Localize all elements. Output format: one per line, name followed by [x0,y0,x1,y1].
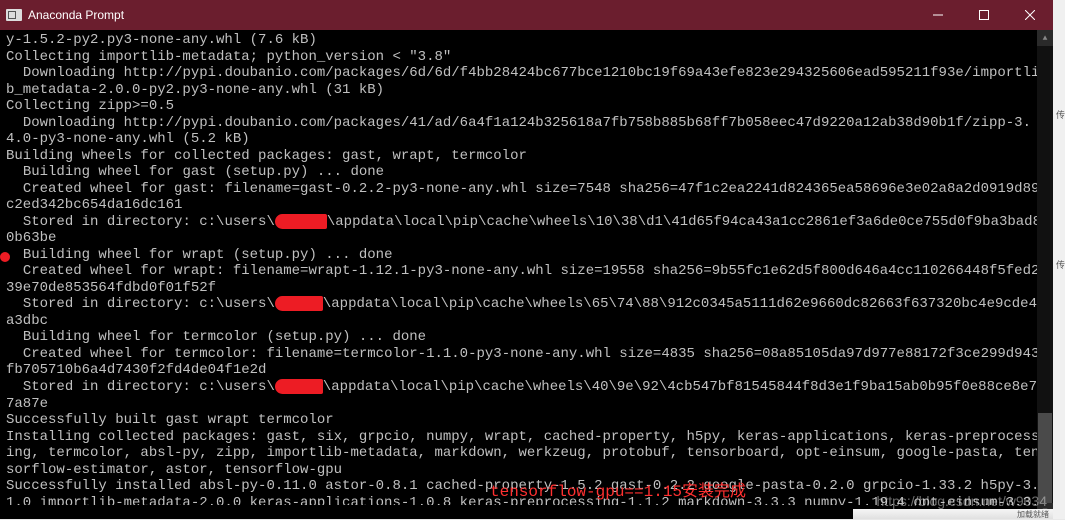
taskbar-fragment: 加载就绪 [853,509,1053,519]
window-title: Anaconda Prompt [28,8,915,22]
annotation-text: tensorflow-gpu==1.15安装完成 [490,477,746,501]
window-controls [915,0,1053,30]
side-glyph: 传 [1053,110,1065,119]
titlebar[interactable]: Anaconda Prompt [0,0,1053,30]
scroll-thumb[interactable] [1038,413,1052,503]
watermark: https://blog.csdn.net/w9034 [877,493,1047,509]
taskbar-text: 加载就绪 [1017,509,1049,520]
side-glyph: 传 [1053,260,1065,269]
side-strip: 传 传 [1053,0,1065,519]
app-icon [6,9,22,21]
close-button[interactable] [1007,0,1053,30]
scroll-up-arrow[interactable]: ▲ [1037,30,1053,46]
selection-marker [0,252,10,262]
terminal-window: Anaconda Prompt y-1.5.2-py2.py3-none-any… [0,0,1053,519]
scrollbar[interactable]: ▲ ▼ [1037,30,1053,519]
terminal-output[interactable]: y-1.5.2-py2.py3-none-any.whl (7.6 kB) Co… [0,30,1053,505]
maximize-button[interactable] [961,0,1007,30]
scroll-track[interactable] [1037,46,1053,503]
minimize-button[interactable] [915,0,961,30]
